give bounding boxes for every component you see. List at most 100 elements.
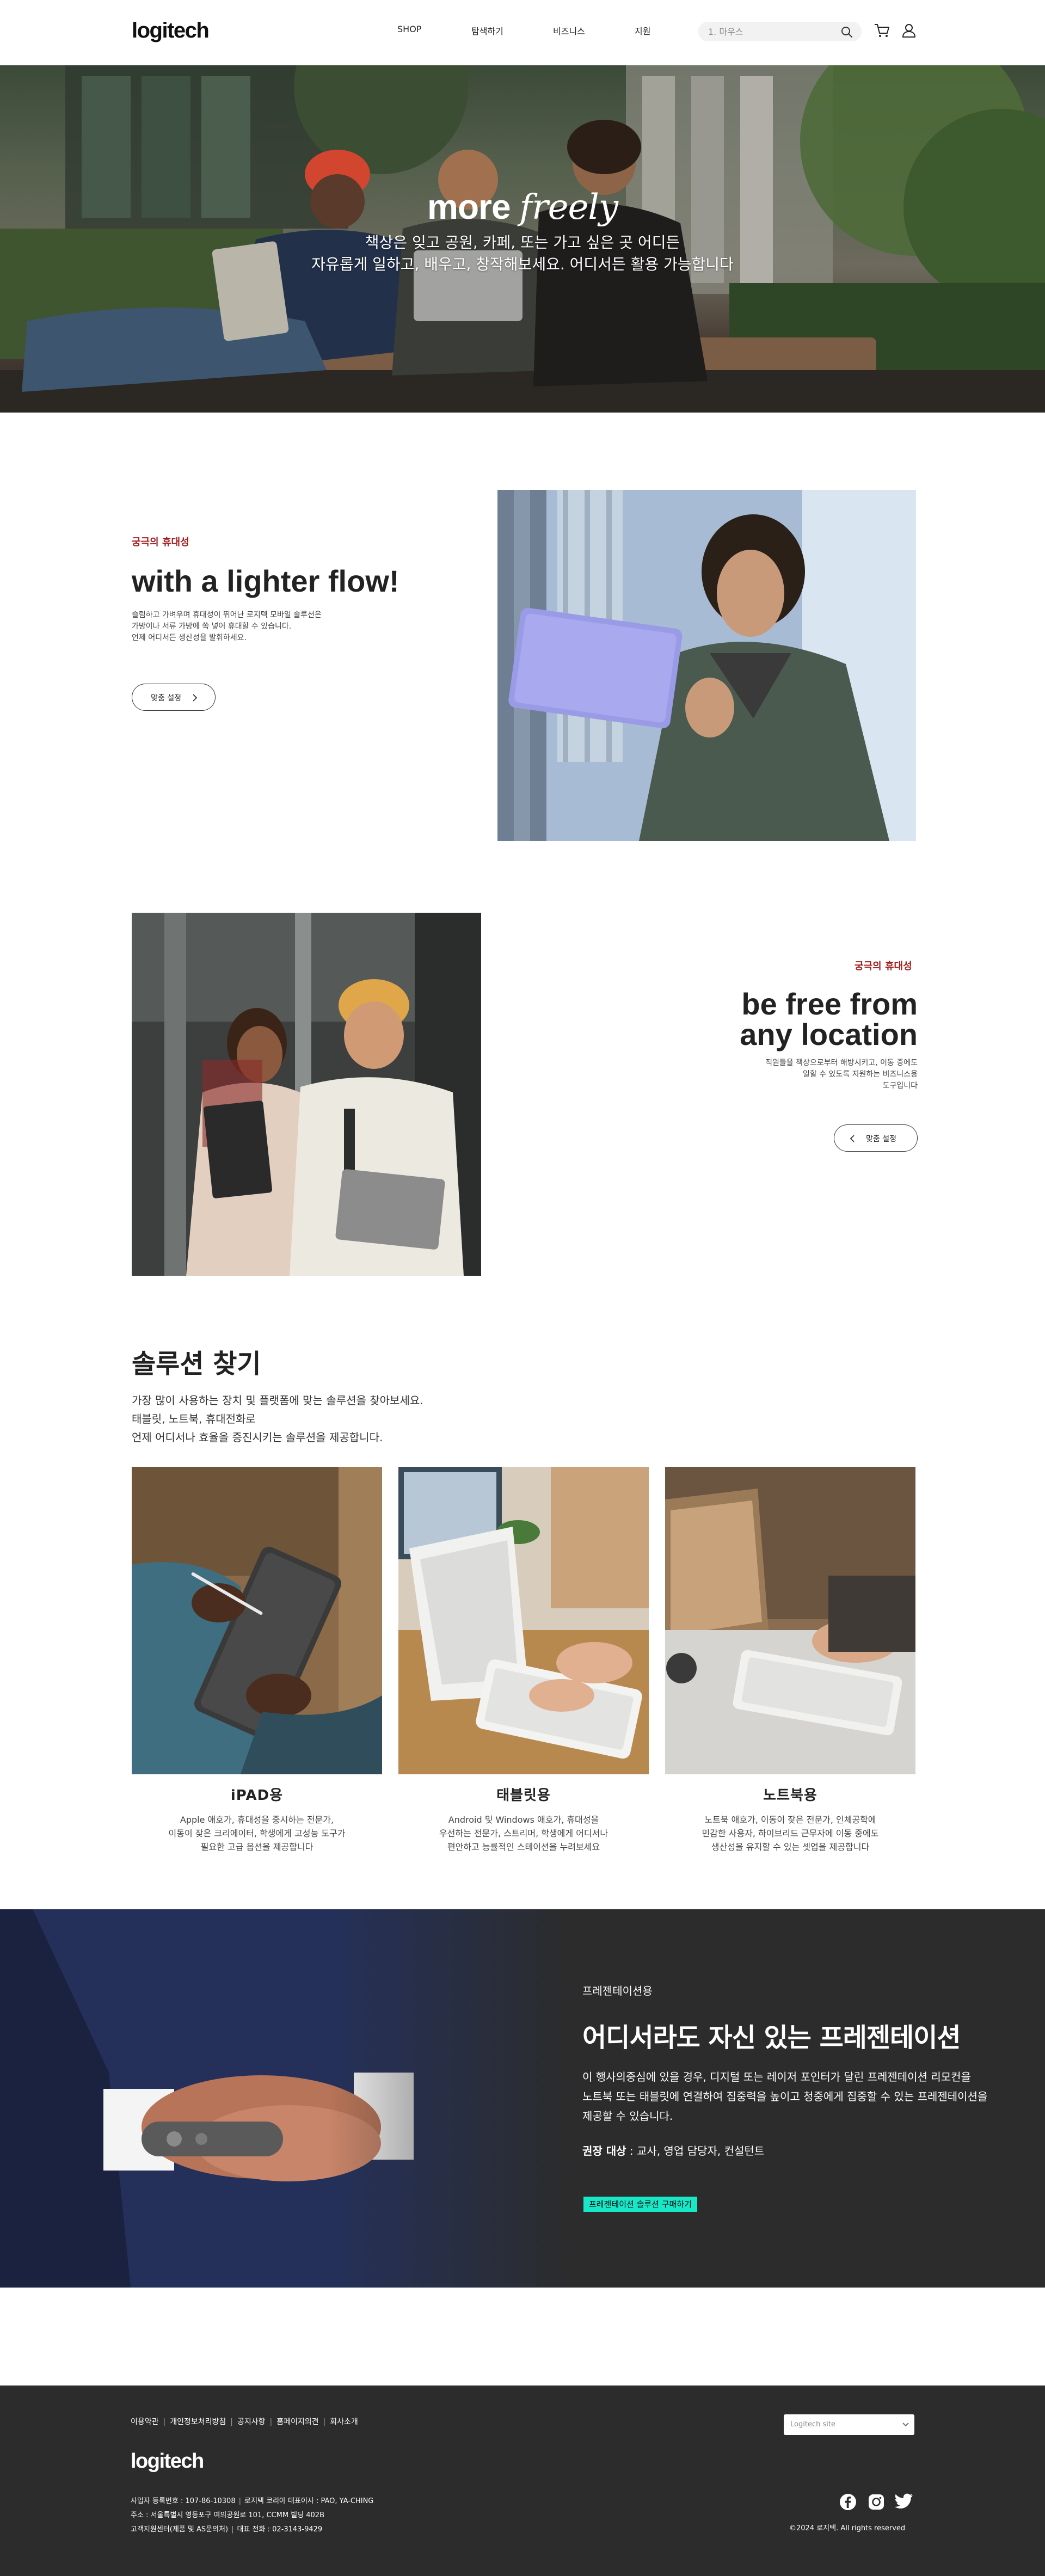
chevron-left-icon bbox=[850, 1135, 855, 1142]
feature2-title-line-2: any location bbox=[740, 1017, 918, 1052]
customer-support-center: 고객지원센터(제품 및 AS문의처) bbox=[131, 2525, 229, 2534]
nav-explore[interactable]: 탐색하기 bbox=[471, 24, 503, 37]
logitech-logo[interactable]: logitech bbox=[132, 19, 210, 43]
footer-separator: | bbox=[269, 2418, 273, 2426]
solution-card-laptop-desc: 노트북 애호가, 이동이 잦은 전문가, 인체공학에 민감한 사용자, 하이브리… bbox=[665, 1813, 915, 1854]
solution-card-ipad-title[interactable]: iPAD용 bbox=[132, 1784, 382, 1804]
twitter-icon[interactable] bbox=[895, 2493, 913, 2510]
solution-card-desc-line: Android 및 Windows 애호가, 휴대성을 bbox=[448, 1815, 599, 1825]
feature1-body-line: 언제 어디서든 생산성을 발휘하세요. bbox=[132, 634, 247, 642]
feature1-body: 슬림하고 가벼우며 휴대성이 뛰어난 로지텍 모바일 솔루션은 가방이나 서류 … bbox=[132, 610, 322, 644]
hero-text: more freely 책상은 잊고 공원, 카페, 또는 가고 싶은 곳 어디… bbox=[0, 187, 1045, 275]
solution-card-desc-line: 노트북 애호가, 이동이 잦은 전문가, 인체공학에 bbox=[704, 1815, 876, 1825]
footer-separator: | bbox=[163, 2418, 166, 2426]
hero-title-script: freely bbox=[519, 187, 618, 228]
solution-card-tablet-title[interactable]: 태블릿용 bbox=[398, 1784, 649, 1804]
footer-links: 이용약관 | 개인정보처리방침 | 공지사항 | 홈페이지의견 | 회사소개 bbox=[131, 2416, 358, 2427]
hero-subtitle-line-2: 자유롭게 일하고, 배우고, 창작해보세요. 어디서든 활용 가능합니다 bbox=[311, 255, 734, 273]
feature2-body-line: 도구입니다 bbox=[882, 1081, 918, 1090]
user-account-icon[interactable] bbox=[900, 22, 918, 39]
footer-company-info: 사업자 등록번호 : 107-86-10308 | 로지텍 코리아 대표이사 : P… bbox=[131, 2494, 373, 2537]
presentation-body: 이 행사의중심에 있을 경우, 디지털 또는 레이저 포인터가 달린 프레젠테이… bbox=[582, 2067, 1018, 2126]
feature1-body-line: 가방이나 서류 가방에 쏙 넣어 휴대할 수 있습니다. bbox=[132, 622, 292, 631]
footer-separator: | bbox=[323, 2418, 326, 2426]
search-box bbox=[698, 22, 862, 41]
hero-subtitle: 책상은 잊고 공원, 카페, 또는 가고 싶은 곳 어디든 자유롭게 일하고, … bbox=[0, 232, 1045, 275]
footer-info-line-3: 고객지원센터(제품 및 AS문의처) | 대표 전화 : 02-3143-9429 bbox=[131, 2523, 373, 2537]
site-header: logitech SHOP 탐색하기 비즈니스 지원 bbox=[0, 0, 1045, 65]
feature1-body-line: 슬림하고 가벼우며 휴대성이 뛰어난 로지텍 모바일 솔루션은 bbox=[132, 611, 322, 619]
presentation-photo bbox=[0, 1909, 577, 2288]
presentation-body-line: 노트북 또는 태블릿에 연결하여 집중력을 높이고 청중에게 집중할 수 있는 … bbox=[582, 2090, 988, 2103]
logitech-site-select[interactable]: Logitech site bbox=[784, 2414, 914, 2435]
solutions-title: 솔루션 찾기 bbox=[132, 1349, 261, 1379]
feature1-eyebrow: 궁극의 휴대성 bbox=[132, 537, 189, 548]
footer-link-feedback[interactable]: 홈페이지의견 bbox=[276, 2418, 318, 2426]
presentation-recommended-for: 권장 대상 : 교사, 영업 담당자, 컨설턴트 bbox=[582, 2142, 764, 2158]
feature2-title-line-1: be free from bbox=[741, 987, 918, 1021]
solution-card-ipad-desc: Apple 애호가, 휴대성을 중시하는 전문가, 이동이 잦은 크리에이터, … bbox=[132, 1813, 382, 1854]
feature2-customize-button[interactable]: 맞춤 설정 bbox=[834, 1124, 918, 1152]
presentation-body-line: 제공할 수 있습니다. bbox=[582, 2110, 673, 2123]
solution-card-desc-line: Apple 애호가, 휴대성을 중시하는 전문가, bbox=[180, 1815, 334, 1825]
feature1-customize-label: 맞춤 설정 bbox=[151, 694, 181, 703]
search-input[interactable] bbox=[708, 22, 839, 41]
hero-title: more freely bbox=[0, 187, 1045, 228]
chevron-right-icon bbox=[193, 694, 198, 702]
solutions-description-line: 태블릿, 노트북, 휴대전화로 bbox=[132, 1412, 256, 1425]
nav-shop[interactable]: SHOP bbox=[397, 24, 421, 34]
search-icon[interactable] bbox=[841, 26, 853, 38]
chevron-down-icon bbox=[902, 2423, 909, 2427]
feature1-customize-button[interactable]: 맞춤 설정 bbox=[132, 684, 216, 711]
feature1-title: with a lighter flow! bbox=[132, 564, 399, 598]
solutions-description-line: 가장 많이 사용하는 장치 및 플랫폼에 맞는 솔루션을 찾아보세요. bbox=[132, 1394, 423, 1407]
instagram-icon[interactable] bbox=[868, 2493, 885, 2511]
solutions-description: 가장 많이 사용하는 장치 및 플랫폼에 맞는 솔루션을 찾아보세요. 태블릿,… bbox=[132, 1391, 423, 1447]
feature2-body-line: 일할 수 있도록 지원하는 비즈니스용 bbox=[803, 1070, 918, 1079]
feature1-photo bbox=[497, 490, 916, 841]
solution-card-desc-line: 필요한 고급 옵션을 제공합니다 bbox=[200, 1842, 314, 1852]
footer-separator: | bbox=[230, 2418, 233, 2426]
solution-card-desc-line: 우선하는 전문가, 스트리머, 학생에게 어디서나 bbox=[439, 1828, 608, 1839]
footer-link-notice[interactable]: 공지사항 bbox=[237, 2418, 266, 2426]
hero-subtitle-line-1: 책상은 잊고 공원, 카페, 또는 가고 싶은 곳 어디든 bbox=[365, 233, 680, 251]
footer-info-line-2: 주소 : 서울특별시 영등포구 여의공원로 101, CCMM 빌딩 402B bbox=[131, 2511, 324, 2519]
facebook-icon[interactable] bbox=[839, 2493, 857, 2511]
solution-card-desc-line: 생산성을 유지할 수 있는 셋업을 제공합니다 bbox=[711, 1842, 870, 1852]
buy-presentation-solution-button[interactable]: 프레젠테이션 솔루션 구매하기 bbox=[583, 2197, 697, 2212]
solution-card-tablet-image[interactable] bbox=[398, 1467, 649, 1774]
footer-link-terms[interactable]: 이용약관 bbox=[131, 2418, 159, 2426]
footer-logitech-logo[interactable]: logitech bbox=[131, 2450, 204, 2473]
footer-separator: | bbox=[231, 2525, 234, 2534]
nav-support[interactable]: 지원 bbox=[635, 24, 650, 37]
feature2-customize-label: 맞춤 설정 bbox=[866, 1135, 896, 1143]
ceo-name: 로지텍 코리아 대표이사 : PAO, YA-CHING bbox=[244, 2497, 374, 2505]
feature2-body: 직원들을 책상으로부터 해방시키고, 이동 중에도 일할 수 있도록 지원하는 … bbox=[700, 1058, 918, 1092]
footer-link-privacy[interactable]: 개인정보처리방침 bbox=[170, 2418, 226, 2426]
business-registration-number: 사업자 등록번호 : 107-86-10308 bbox=[131, 2497, 236, 2505]
presentation-banner: 프레젠테이션용 어디서라도 자신 있는 프레젠테이션 이 행사의중심에 있을 경… bbox=[0, 1909, 1045, 2288]
solutions-description-line: 언제 어디서나 효율을 증진시키는 솔루션을 제공합니다. bbox=[132, 1431, 383, 1444]
footer-link-about[interactable]: 회사소개 bbox=[330, 2418, 358, 2426]
hero-title-bold: more bbox=[427, 187, 511, 226]
solution-card-laptop-image[interactable] bbox=[665, 1467, 915, 1774]
presentation-eyebrow: 프레젠테이션용 bbox=[582, 1984, 653, 1997]
site-footer: 이용약관 | 개인정보처리방침 | 공지사항 | 홈페이지의견 | 회사소개 Logitech … bbox=[0, 2386, 1045, 2576]
nav-business[interactable]: 비즈니스 bbox=[553, 24, 585, 37]
site-select-value: Logitech site bbox=[790, 2420, 835, 2429]
solution-card-tablet-desc: Android 및 Windows 애호가, 휴대성을 우선하는 전문가, 스트… bbox=[398, 1813, 649, 1854]
solution-card-laptop-title[interactable]: 노트북용 bbox=[665, 1784, 915, 1804]
hero-banner: more freely 책상은 잊고 공원, 카페, 또는 가고 싶은 곳 어디… bbox=[0, 65, 1045, 413]
presentation-reco-label: 권장 대상 bbox=[582, 2144, 626, 2157]
feature2-title: be free from any location bbox=[708, 989, 918, 1050]
presentation-reco-value: : 교사, 영업 담당자, 컨설턴트 bbox=[626, 2144, 765, 2157]
feature2-eyebrow: 궁극의 휴대성 bbox=[855, 961, 912, 972]
presentation-title: 어디서라도 자신 있는 프레젠테이션 bbox=[582, 2022, 961, 2053]
solution-card-desc-line: 이동이 잦은 크리에이터, 학생에게 고성능 도구가 bbox=[168, 1828, 346, 1839]
footer-separator: | bbox=[238, 2497, 241, 2505]
presentation-body-line: 이 행사의중심에 있을 경우, 디지털 또는 레이저 포인터가 달린 프레젠테이… bbox=[582, 2070, 971, 2083]
cart-icon[interactable] bbox=[873, 22, 890, 39]
feature2-body-line: 직원들을 책상으로부터 해방시키고, 이동 중에도 bbox=[765, 1059, 918, 1067]
solution-card-ipad-image[interactable] bbox=[132, 1467, 382, 1774]
support-phone: 대표 전화 : 02-3143-9429 bbox=[237, 2525, 323, 2534]
